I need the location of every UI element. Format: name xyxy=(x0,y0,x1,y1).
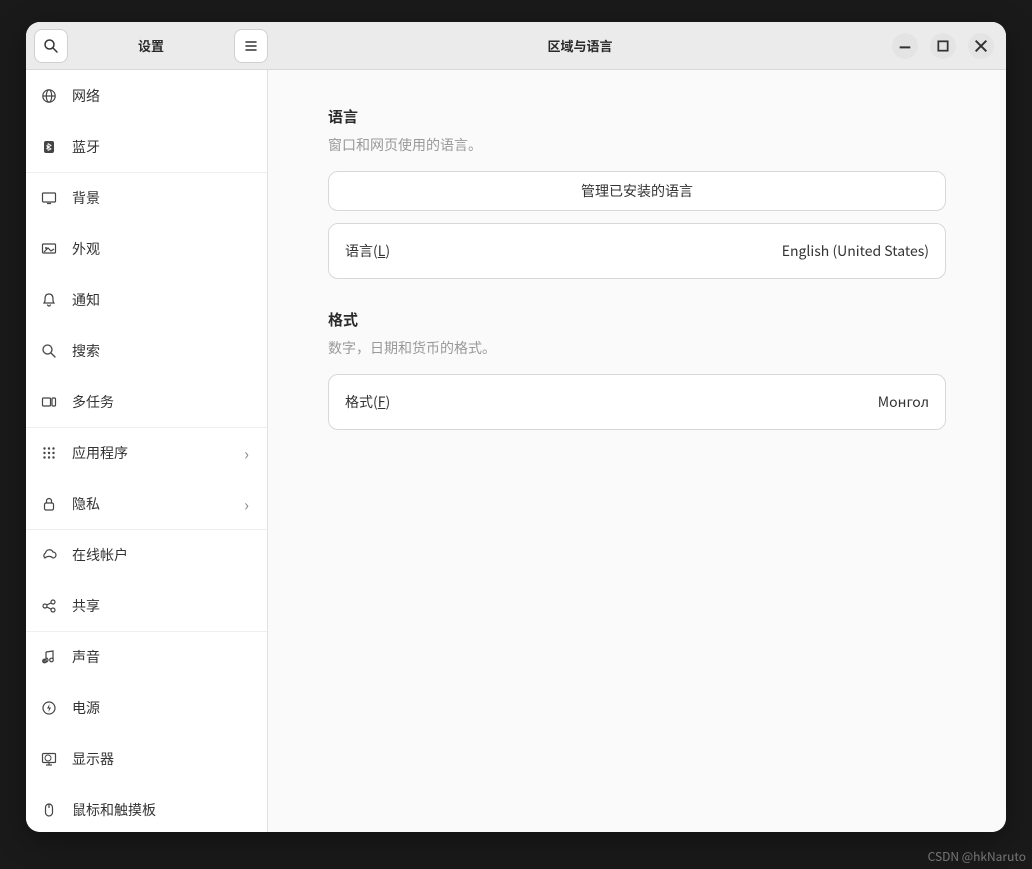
sidebar-item-notifications[interactable]: 通知 xyxy=(26,274,267,325)
sidebar-item-label: 隐私 xyxy=(72,494,100,514)
network-icon xyxy=(40,87,58,105)
background-icon xyxy=(40,189,58,207)
sidebar-item-label: 网络 xyxy=(72,86,100,106)
titlebar-left: 设置 xyxy=(26,29,268,63)
maximize-button[interactable] xyxy=(930,33,956,59)
formats-row-value: Монгол xyxy=(878,392,929,412)
window-controls xyxy=(892,33,1006,59)
sidebar-item-label: 电源 xyxy=(72,698,100,718)
sidebar-item-bluetooth[interactable]: 蓝牙 xyxy=(26,121,267,172)
search-icon xyxy=(42,37,60,55)
chevron-right-icon: › xyxy=(244,492,249,516)
formats-heading: 格式 xyxy=(328,309,946,330)
close-button[interactable] xyxy=(968,33,994,59)
window-body: 网络蓝牙背景外观通知搜索多任务应用程序 › 隐私 › 在线帐户共享声音电源显示器鼠标和触… xyxy=(26,70,1006,832)
sidebar-item-search[interactable]: 搜索 xyxy=(26,325,267,376)
search-icon xyxy=(40,342,58,360)
settings-window: 设置 区域与语言 网络蓝牙背景外观通知搜索多任务应用程序 › 隐私 › 在线帐户共享声音… xyxy=(26,22,1006,832)
sidebar-item-sharing[interactable]: 共享 xyxy=(26,580,267,631)
formats-row-label: 格式(F) xyxy=(345,392,390,412)
sidebar-item-privacy[interactable]: 隐私 › xyxy=(26,478,267,529)
watermark: CSDN @hkNaruto xyxy=(928,848,1026,865)
sidebar-item-label: 搜索 xyxy=(72,341,100,361)
sidebar-item-label: 多任务 xyxy=(72,392,114,412)
sidebar-item-power[interactable]: 电源 xyxy=(26,682,267,733)
sound-icon xyxy=(40,648,58,666)
menu-button[interactable] xyxy=(234,29,268,63)
notifications-icon xyxy=(40,291,58,309)
titlebar: 设置 区域与语言 xyxy=(26,22,1006,70)
language-row[interactable]: 语言(L) English (United States) xyxy=(328,223,946,279)
search-button[interactable] xyxy=(34,29,68,63)
sidebar-item-multitasking[interactable]: 多任务 xyxy=(26,376,267,427)
minimize-button[interactable] xyxy=(892,33,918,59)
sidebar-item-sound[interactable]: 声音 xyxy=(26,631,267,682)
online-accounts-icon xyxy=(40,546,58,564)
sidebar-item-label: 声音 xyxy=(72,647,100,667)
chevron-right-icon: › xyxy=(244,441,249,465)
sidebar-item-label: 通知 xyxy=(72,290,100,310)
language-description: 窗口和网页使用的语言。 xyxy=(328,135,946,155)
sidebar-item-network[interactable]: 网络 xyxy=(26,70,267,121)
sidebar-item-label: 背景 xyxy=(72,188,100,208)
sidebar-item-label: 显示器 xyxy=(72,749,114,769)
sidebar: 网络蓝牙背景外观通知搜索多任务应用程序 › 隐私 › 在线帐户共享声音电源显示器鼠标和触… xyxy=(26,70,268,832)
privacy-icon xyxy=(40,495,58,513)
bluetooth-icon xyxy=(40,138,58,156)
language-row-value: English (United States) xyxy=(782,241,929,261)
sidebar-item-mouse[interactable]: 鼠标和触摸板 xyxy=(26,784,267,832)
sidebar-item-label: 外观 xyxy=(72,239,100,259)
content-area: 语言 窗口和网页使用的语言。 管理已安装的语言 语言(L) English (U… xyxy=(268,70,1006,832)
formats-row[interactable]: 格式(F) Монгол xyxy=(328,374,946,430)
sidebar-item-appearance[interactable]: 外观 xyxy=(26,223,267,274)
manage-languages-button[interactable]: 管理已安装的语言 xyxy=(328,171,946,211)
sidebar-item-label: 在线帐户 xyxy=(72,545,128,565)
sidebar-item-label: 鼠标和触摸板 xyxy=(72,800,156,820)
hamburger-icon xyxy=(242,37,260,55)
displays-icon xyxy=(40,750,58,768)
formats-description: 数字，日期和货币的格式。 xyxy=(328,338,946,358)
sidebar-item-displays[interactable]: 显示器 xyxy=(26,733,267,784)
page-title: 区域与语言 xyxy=(268,36,892,55)
sidebar-item-online-accounts[interactable]: 在线帐户 xyxy=(26,529,267,580)
appearance-icon xyxy=(40,240,58,258)
language-row-label: 语言(L) xyxy=(345,241,390,261)
sidebar-item-label: 蓝牙 xyxy=(72,137,100,157)
sidebar-item-label: 应用程序 xyxy=(72,443,128,463)
applications-icon xyxy=(40,444,58,462)
sharing-icon xyxy=(40,597,58,615)
mouse-icon xyxy=(40,801,58,819)
language-heading: 语言 xyxy=(328,106,946,127)
sidebar-title: 设置 xyxy=(74,36,228,55)
power-icon xyxy=(40,699,58,717)
sidebar-item-applications[interactable]: 应用程序 › xyxy=(26,427,267,478)
sidebar-item-label: 共享 xyxy=(72,596,100,616)
multitasking-icon xyxy=(40,393,58,411)
sidebar-item-background[interactable]: 背景 xyxy=(26,172,267,223)
